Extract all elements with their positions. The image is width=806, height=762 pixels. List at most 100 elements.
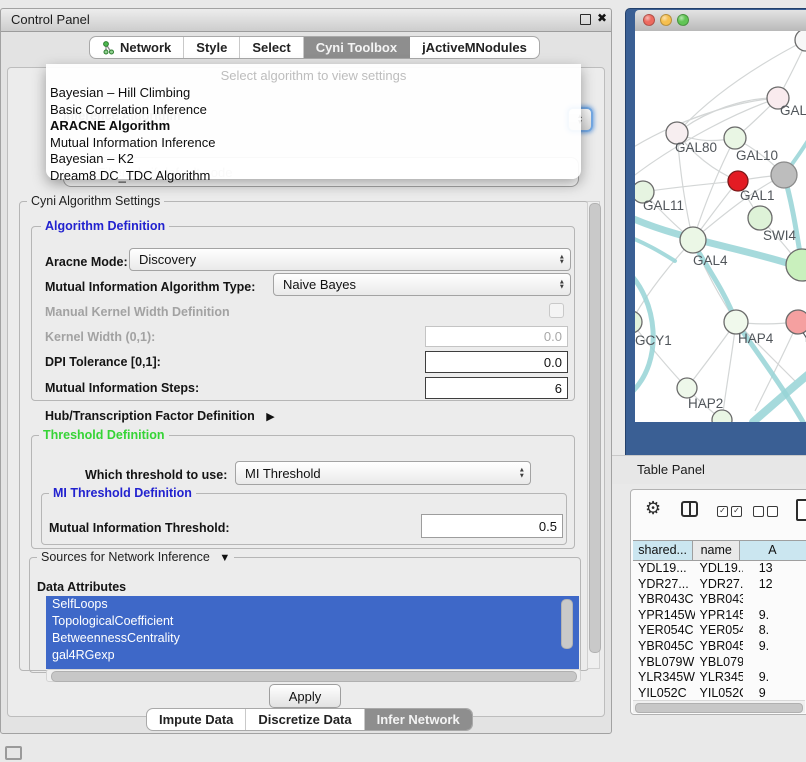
table-cell: YDR27... (695, 577, 743, 593)
table-cell (743, 592, 806, 608)
bottom-left-widget-icon[interactable] (5, 746, 22, 760)
table-row[interactable]: YIL052CYIL052C9 (633, 686, 806, 701)
which-threshold-value: MI Threshold (245, 466, 321, 481)
table-scrollbar-thumb[interactable] (635, 703, 803, 713)
attribute-item[interactable]: gal4RGexp (46, 647, 579, 664)
manual-kernel-checkbox[interactable] (549, 303, 564, 318)
cyni-settings-legend: Cyni Algorithm Settings (27, 194, 164, 208)
table-row[interactable]: YLR345WYLR345W9. (633, 670, 806, 686)
tab-style[interactable]: Style (184, 37, 240, 58)
close-panel-icon[interactable]: ✖ (597, 11, 607, 25)
tab-network[interactable]: Network (90, 37, 184, 58)
table-row[interactable]: YDR27...YDR27...12 (633, 577, 806, 593)
tab-discretize-data[interactable]: Discretize Data (246, 709, 364, 730)
zoom-traffic-light-icon[interactable] (677, 14, 689, 26)
tab-cyni-toolbox[interactable]: Cyni Toolbox (304, 37, 410, 58)
table-row[interactable]: YPR145WYPR145W9. (633, 608, 806, 624)
table-scrollbar-track[interactable] (633, 700, 805, 713)
node-gal4[interactable] (680, 227, 706, 253)
table-row[interactable]: YER054CYER054C8. (633, 623, 806, 639)
algorithm-option[interactable]: ARACNE Algorithm (46, 118, 581, 135)
horizontal-scrollbar-thumb[interactable] (51, 671, 577, 682)
tab-label: Cyni Toolbox (316, 40, 397, 55)
network-edge[interactable] (677, 40, 806, 133)
minimize-traffic-light-icon[interactable] (660, 14, 672, 26)
network-edge-highlighted[interactable] (635, 271, 653, 393)
node-bottom[interactable] (712, 410, 732, 422)
attribute-item[interactable]: SelfLoops (46, 596, 579, 613)
network-edge[interactable] (643, 181, 738, 192)
tab-select[interactable]: Select (240, 37, 303, 58)
deselect-all-icon[interactable] (753, 506, 778, 517)
kernel-width-value: 0.0 (544, 329, 562, 344)
which-threshold-combo[interactable]: MI Threshold ▲▼ (235, 461, 531, 485)
kernel-width-field[interactable]: 0.0 (425, 326, 568, 347)
tab-infer-network[interactable]: Infer Network (365, 709, 472, 730)
network-edge-highlighted[interactable] (635, 236, 675, 261)
network-graph: GALGAL80GAL10GAL1GAL11GAL4SWI4GCY1HAP4YH… (635, 31, 806, 422)
network-edge[interactable] (722, 322, 736, 420)
node-swi4[interactable] (786, 249, 806, 281)
sources-legend[interactable]: Sources for Network Inference ▼ (37, 550, 234, 565)
column-header-shared[interactable]: shared... (633, 541, 693, 560)
node-label-y: Y (802, 330, 806, 345)
dpi-tolerance-label: DPI Tolerance [0,1]: (45, 355, 161, 369)
node-label-gal80: GAL80 (675, 140, 717, 155)
tab-label: Discretize Data (258, 712, 351, 727)
table-row[interactable]: YBR043CYBR043C (633, 592, 806, 608)
table-cell: YLR345W (633, 670, 695, 686)
algorithm-option[interactable]: Bayesian – Hill Climbing (46, 85, 581, 102)
table-header-row: shared...nameA (633, 540, 806, 561)
node-gal10[interactable] (724, 127, 746, 149)
select-all-icon[interactable]: ✓✓ (717, 506, 742, 517)
hub-definition-toggle[interactable]: Hub/Transcription Factor Definition ▶ (45, 409, 275, 423)
data-attributes-list[interactable]: SelfLoopsTopologicalCoefficientBetweenne… (46, 596, 579, 669)
tab-jactivemnodules[interactable]: jActiveMNodules (410, 37, 539, 58)
node-gcy1[interactable] (635, 311, 642, 333)
attribute-item[interactable]: BetweennessCentrality (46, 630, 579, 647)
table-row[interactable]: YDL19...YDL19...13 (633, 561, 806, 577)
aracne-mode-combo[interactable]: Discovery ▲▼ (129, 248, 571, 271)
node-label-gal11: GAL11 (643, 198, 684, 213)
algorithm-option[interactable]: Bayesian – K2 (46, 151, 581, 168)
table-cell: 9. (743, 639, 806, 655)
column-header-name[interactable]: name (693, 541, 740, 560)
table-cell: YBR043C (633, 592, 695, 608)
node-gray[interactable] (771, 162, 797, 188)
mi-type-combo[interactable]: Naive Bayes ▲▼ (273, 273, 571, 296)
tab-impute-data[interactable]: Impute Data (147, 709, 246, 730)
node-hap2[interactable] (677, 378, 697, 398)
node-top-partial[interactable] (795, 31, 806, 51)
network-window-titlebar[interactable] (635, 10, 806, 32)
column-layout-icon[interactable] (681, 501, 698, 517)
algorithm-option[interactable]: Basic Correlation Inference (46, 102, 581, 119)
tab-label: Style (196, 40, 227, 55)
table-row[interactable]: YBR045CYBR045C9. (633, 639, 806, 655)
node-green-mid[interactable] (748, 206, 772, 230)
table-cell: YDL19... (633, 561, 695, 577)
dpi-tolerance-field[interactable]: 0.0 (425, 351, 568, 373)
network-canvas[interactable]: GALGAL80GAL10GAL1GAL11GAL4SWI4GCY1HAP4YH… (635, 31, 806, 422)
table-row[interactable]: YBL079WYBL079W (633, 655, 806, 671)
apply-button[interactable]: Apply (269, 684, 341, 708)
data-attributes-label: Data Attributes (37, 580, 126, 594)
network-icon (102, 41, 115, 55)
aracne-mode-label: Aracne Mode: (45, 255, 128, 269)
float-window-icon[interactable] (580, 14, 591, 25)
attribute-item[interactable]: TopologicalCoefficient (46, 613, 579, 630)
table-cell (743, 655, 806, 671)
table-panel: ⚙ ✓✓ shared...nameA YDL19...YDL19...13YD… (630, 489, 806, 715)
table-cell: 13 (743, 561, 806, 577)
algorithm-option[interactable]: Mutual Information Inference (46, 135, 581, 152)
function-builder-icon[interactable] (796, 499, 806, 521)
mi-threshold-field[interactable]: 0.5 (421, 514, 563, 538)
settings-scrollbar-thumb[interactable] (589, 203, 601, 653)
close-traffic-light-icon[interactable] (643, 14, 655, 26)
mi-steps-field[interactable]: 6 (425, 377, 568, 399)
column-header-partial[interactable]: A (740, 541, 806, 560)
algorithm-option[interactable]: Dream8 DC_TDC Algorithm (46, 168, 581, 185)
gear-icon[interactable]: ⚙ (645, 498, 661, 519)
attributes-list-scrollbar[interactable] (561, 599, 573, 649)
algorithm-definition-legend: Algorithm Definition (41, 219, 169, 233)
table-cell: YDL19... (695, 561, 743, 577)
